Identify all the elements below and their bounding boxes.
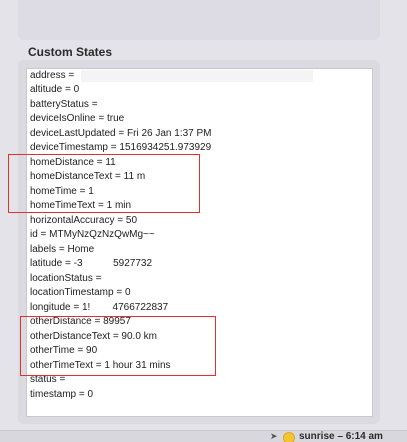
list-item[interactable]: status =: [30, 373, 65, 387]
list-item[interactable]: otherDistanceText = 90.0 km: [30, 330, 157, 344]
location-arrow-icon: ➤: [270, 431, 278, 441]
sunrise-status: sunrise – 6:14 am: [299, 431, 383, 442]
list-item[interactable]: homeDistanceText = 11 m: [30, 170, 145, 184]
list-item[interactable]: deviceLastUpdated = Fri 26 Jan 1:37 PM: [30, 127, 212, 141]
list-item[interactable]: timestamp = 0: [30, 388, 93, 402]
list-item[interactable]: deviceTimestamp = 1516934251.973929: [30, 141, 211, 155]
list-item[interactable]: id = MTMyNzQzNzQwMg~~: [30, 228, 155, 242]
list-item[interactable]: homeTimeText = 1 min: [30, 199, 131, 213]
custom-states-window: Custom States address = altitude = 0 bat…: [0, 0, 407, 442]
list-item[interactable]: longitude = 1! 4766722837: [30, 301, 168, 315]
list-item[interactable]: altitude = 0: [30, 83, 79, 97]
list-item[interactable]: batteryStatus =: [30, 98, 98, 112]
list-item[interactable]: labels = Home: [30, 243, 94, 257]
list-item[interactable]: otherTimeText = 1 hour 31 mins: [30, 359, 171, 373]
list-item[interactable]: address =: [30, 69, 74, 83]
list-item[interactable]: locationTimestamp = 0: [30, 286, 131, 300]
list-item[interactable]: latitude = -3 5927732: [30, 257, 152, 271]
list-item[interactable]: locationStatus =: [30, 272, 101, 286]
top-panel: [18, 0, 380, 40]
list-item[interactable]: horizontalAccuracy = 50: [30, 214, 137, 228]
sun-icon: [284, 433, 294, 442]
list-item[interactable]: otherDistance = 89957: [30, 315, 131, 329]
redacted-value: [81, 70, 313, 82]
list-item[interactable]: homeDistance = 11: [30, 156, 116, 170]
list-item[interactable]: otherTime = 90: [30, 344, 97, 358]
list-item[interactable]: homeTime = 1: [30, 185, 94, 199]
list-item[interactable]: deviceIsOnline = true: [30, 112, 124, 126]
section-title: Custom States: [28, 45, 113, 59]
custom-states-list[interactable]: address = altitude = 0 batteryStatus = d…: [26, 68, 373, 417]
